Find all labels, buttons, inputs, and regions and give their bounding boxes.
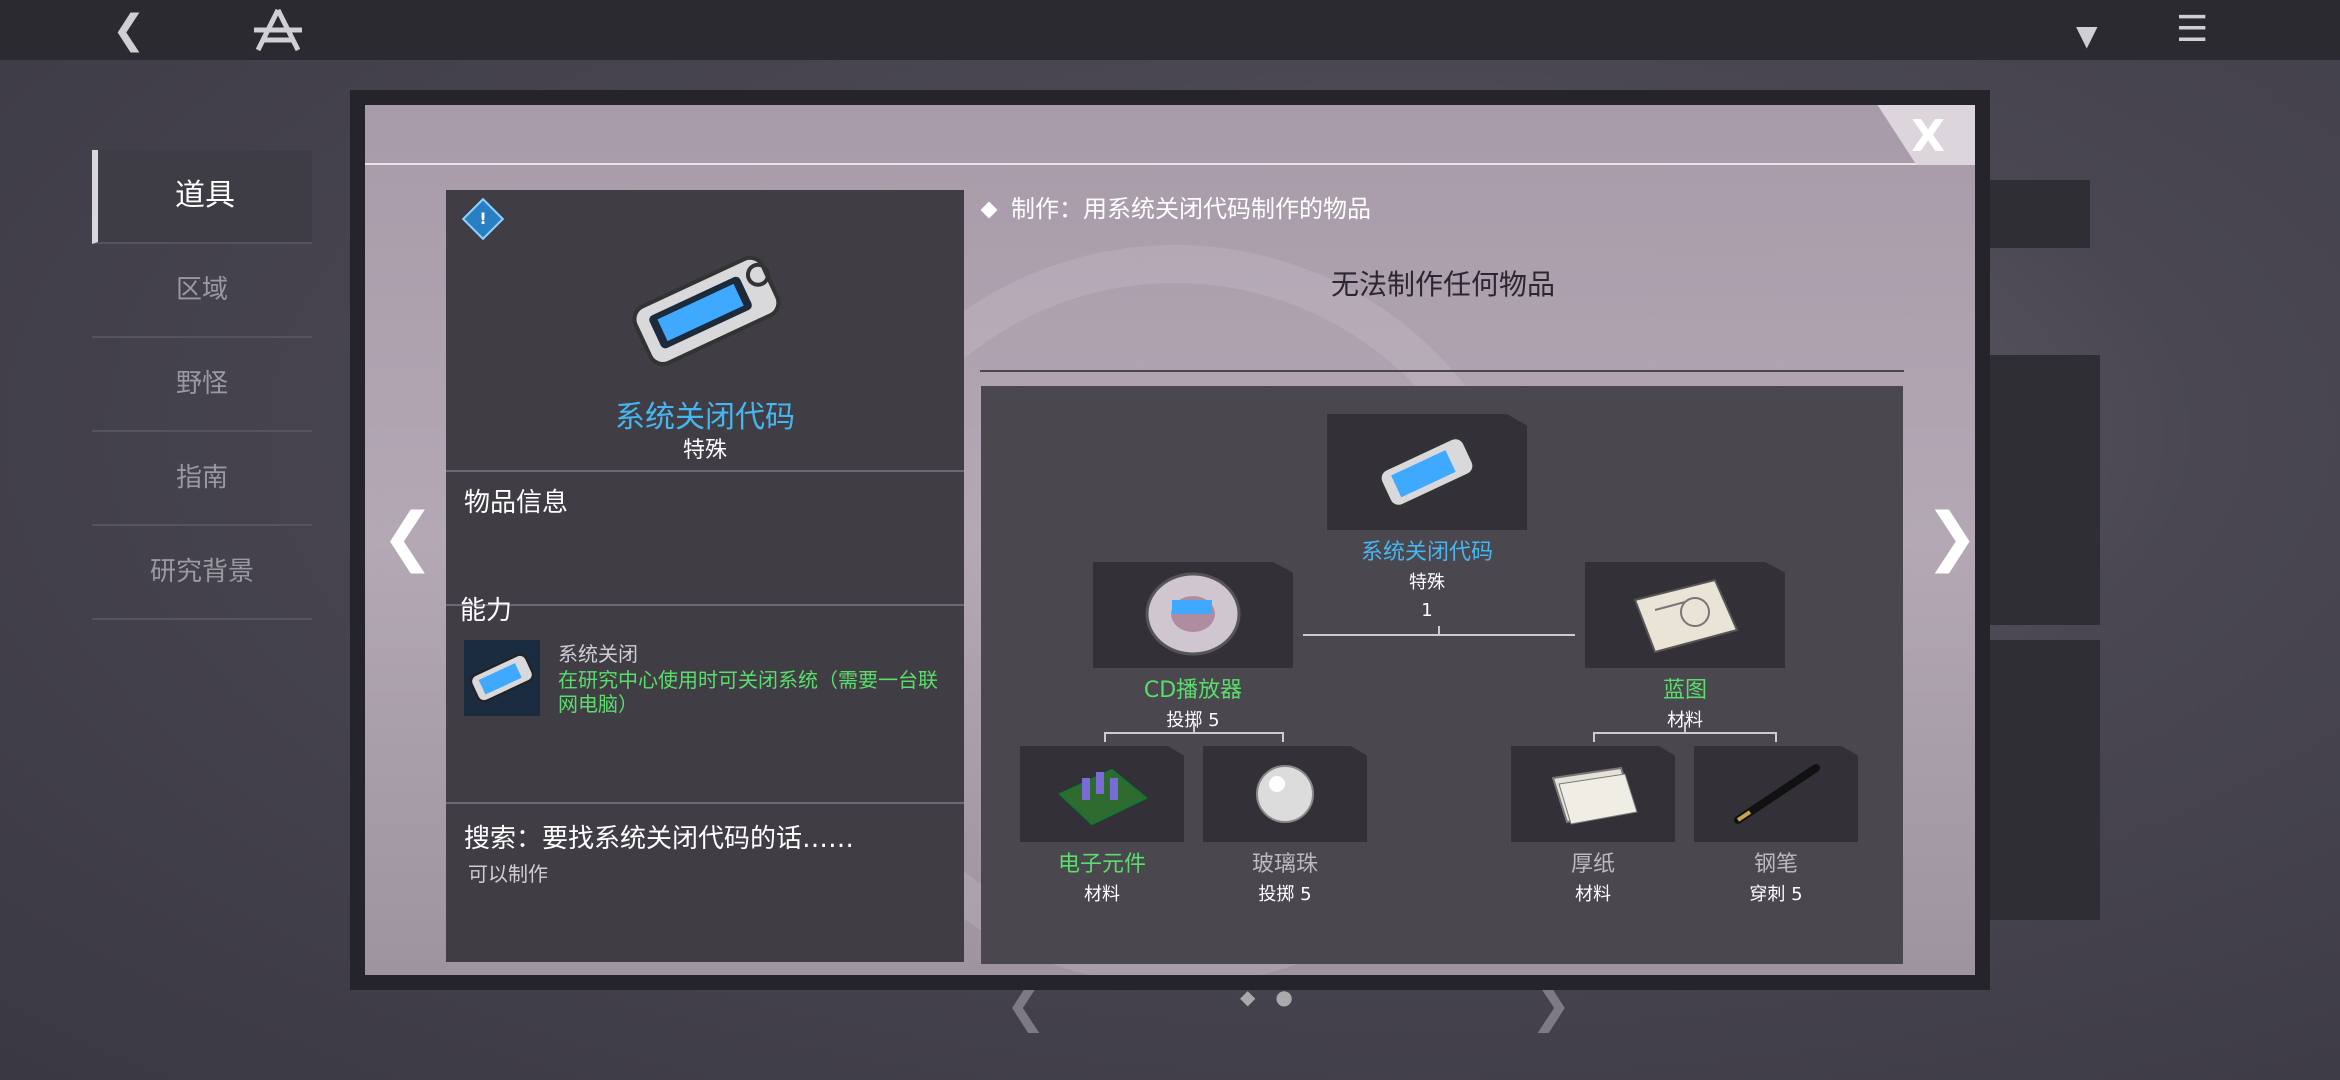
item-detail-modal: X ❮ ❯ ! 系统关闭代码 特殊 物品信息 能力 系统关闭 在研究中心使用时可… bbox=[365, 105, 1975, 975]
sidebar-item-guide[interactable]: 指南 bbox=[92, 432, 312, 526]
tree-connector bbox=[1775, 732, 1777, 742]
menu-icon[interactable]: ☰ bbox=[2176, 8, 2208, 52]
background-panel bbox=[1990, 180, 2090, 248]
tree-node-type: 材料 bbox=[1084, 884, 1120, 905]
tree-connector bbox=[1684, 722, 1686, 732]
tree-connector bbox=[1438, 626, 1440, 636]
electronics-icon bbox=[1058, 768, 1148, 826]
tree-node-glass-bead[interactable]: 玻璃珠 投掷 5 bbox=[1203, 746, 1367, 906]
tree-node-pen[interactable]: 钢笔 穿刺 5 bbox=[1694, 746, 1858, 906]
item-info-panel: ! 系统关闭代码 特殊 物品信息 能力 系统关闭 在研究中心使用时可关闭系统（需… bbox=[446, 190, 964, 962]
ability-title: 能力 bbox=[460, 596, 513, 626]
ability-icon bbox=[464, 640, 540, 716]
tree-node-name: CD播放器 bbox=[1143, 678, 1243, 703]
ability-name: 系统关闭 bbox=[558, 642, 638, 666]
sidebar-item-monsters[interactable]: 野怪 bbox=[92, 338, 312, 432]
blueprint-icon bbox=[1633, 578, 1739, 654]
top-bar: ❮ ▼ ☰ bbox=[0, 0, 2340, 60]
cd-player-icon bbox=[1145, 572, 1241, 656]
tree-node-type: 特殊 bbox=[1409, 572, 1445, 593]
tree-node-type: 投掷 5 bbox=[1258, 884, 1312, 905]
tree-node-name: 厚纸 bbox=[1570, 852, 1615, 877]
recipe-tree: 系统关闭代码 特殊 1 CD播放器 投掷 5 蓝图 材料 电子元件 材料 玻璃珠… bbox=[981, 386, 1903, 964]
close-button[interactable]: X bbox=[1911, 111, 1945, 162]
tree-connector bbox=[1104, 732, 1284, 734]
next-item-arrow-icon[interactable]: ❯ bbox=[1925, 500, 1975, 574]
tree-node-root[interactable]: 系统关闭代码 特殊 1 bbox=[1327, 414, 1527, 621]
craft-title: 制作：用系统关闭代码制作的物品 bbox=[980, 189, 1371, 224]
tree-connector bbox=[1193, 722, 1195, 732]
info-icon[interactable]: ! bbox=[461, 197, 505, 241]
search-result: 可以制作 bbox=[468, 862, 548, 886]
divider bbox=[446, 802, 964, 804]
tree-node-cd-player[interactable]: CD播放器 投掷 5 bbox=[1093, 562, 1293, 732]
tree-connector bbox=[1104, 732, 1106, 742]
thick-paper-icon bbox=[1551, 766, 1638, 825]
diamond-icon bbox=[980, 201, 998, 219]
modal-header-divider bbox=[365, 163, 1975, 165]
modal-corner bbox=[1877, 105, 1975, 165]
prev-item-arrow-icon[interactable]: ❮ bbox=[381, 500, 435, 574]
glass-bead-icon bbox=[1256, 765, 1314, 823]
item-type: 特殊 bbox=[682, 438, 727, 463]
shutdown-code-icon bbox=[1378, 436, 1476, 508]
craft-empty-text: 无法制作任何物品 bbox=[1330, 268, 1555, 301]
tree-node-type: 穿刺 5 bbox=[1749, 884, 1803, 905]
tree-node-name: 系统关闭代码 bbox=[1360, 540, 1493, 565]
tree-connector bbox=[1593, 732, 1595, 742]
divider bbox=[446, 470, 964, 472]
tree-node-blueprint[interactable]: 蓝图 材料 bbox=[1585, 562, 1785, 732]
tree-connector bbox=[1282, 732, 1284, 742]
ability-description: 在研究中心使用时可关闭系统（需要一台联网电脑） bbox=[558, 668, 938, 716]
sidebar-item-research[interactable]: 研究背景 bbox=[92, 526, 312, 620]
tree-node-name: 钢笔 bbox=[1753, 852, 1798, 877]
sidebar-item-items[interactable]: 道具 bbox=[92, 150, 312, 244]
tree-node-count: 1 bbox=[1421, 600, 1433, 621]
back-icon[interactable]: ❮ bbox=[112, 8, 146, 52]
tree-node-electronics[interactable]: 电子元件 材料 bbox=[1020, 746, 1184, 906]
tree-connector bbox=[1593, 732, 1777, 734]
tree-node-name: 蓝图 bbox=[1662, 678, 1707, 703]
search-title: 搜索：要找系统关闭代码的话…… bbox=[464, 824, 855, 854]
background-panel bbox=[1990, 355, 2100, 625]
background-panel bbox=[1990, 640, 2100, 920]
tree-node-thick-paper[interactable]: 厚纸 材料 bbox=[1511, 746, 1675, 906]
item-name: 系统关闭代码 bbox=[615, 400, 795, 435]
logo-icon[interactable] bbox=[252, 8, 304, 61]
item-info-title: 物品信息 bbox=[464, 488, 569, 518]
divider bbox=[446, 604, 964, 606]
background-sidebar: 道具 区域 野怪 指南 研究背景 bbox=[92, 150, 312, 620]
divider bbox=[980, 370, 1904, 372]
shutdown-code-device-icon bbox=[616, 240, 796, 384]
sidebar-item-areas[interactable]: 区域 bbox=[92, 244, 312, 338]
dropdown-icon[interactable]: ▼ bbox=[2076, 14, 2098, 58]
tree-node-type: 材料 bbox=[1575, 884, 1611, 905]
tree-node-name: 玻璃珠 bbox=[1251, 852, 1318, 877]
pen-icon bbox=[1734, 764, 1820, 824]
tree-node-name: 电子元件 bbox=[1057, 852, 1146, 877]
